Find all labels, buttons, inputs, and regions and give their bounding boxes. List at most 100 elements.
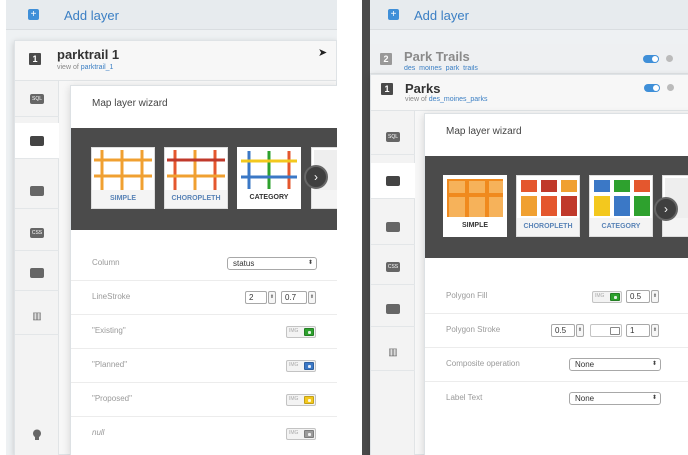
layer-table-link[interactable]: des_moines_parks [429, 96, 488, 103]
null-color-picker[interactable]: IMG [286, 428, 316, 440]
polygon-stroke-width-stepper[interactable]: ⬍ [576, 324, 584, 337]
proposed-color-picker[interactable]: IMG [286, 394, 316, 406]
linestroke-opacity-stepper[interactable]: ⬍ [308, 291, 316, 304]
sidebar-item-sql[interactable]: SQL [371, 119, 415, 155]
sidebar-item-infowindow[interactable] [371, 209, 415, 245]
proposed-color-swatch[interactable] [304, 396, 314, 404]
map-layer-wizard: Map layer wizard SIMPLE CHOROPLETH CATEG… [70, 85, 337, 455]
sidebar-item-legend[interactable] [15, 255, 59, 291]
sidebar-item-wizard[interactable] [15, 123, 59, 159]
layer-title[interactable]: parktrail 1 [57, 47, 119, 62]
row-column: Column status ⬍ [71, 247, 337, 281]
sidebar-item-legend[interactable] [371, 291, 415, 327]
img-tag: IMG [289, 396, 299, 402]
remove-layer-icon[interactable] [666, 55, 673, 62]
polygon-fill-color-picker[interactable]: IMG [592, 291, 622, 303]
row-null: null IMG [71, 417, 337, 451]
polygon-stroke-opacity-input[interactable]: 1 [626, 324, 650, 337]
lightbulb-icon[interactable] [32, 428, 42, 440]
legend-icon [386, 304, 400, 314]
layer-table-link[interactable]: parktrail_1 [81, 64, 114, 71]
layer-tools-sidebar: SQL CSS ▥ [15, 81, 59, 455]
sidebar-item-chart[interactable]: ▥ [15, 299, 59, 335]
sidebar-item-css[interactable]: CSS [371, 249, 415, 285]
polygon-fill-opacity-stepper[interactable]: ⬍ [651, 290, 659, 303]
infowindow-icon [30, 186, 44, 196]
linestroke-label: LineStroke [92, 292, 131, 301]
layer-title[interactable]: Parks [405, 81, 440, 96]
composite-operation-label: Composite operation [446, 359, 520, 368]
layer-visibility-toggle[interactable] [644, 84, 660, 92]
mouse-cursor-icon: ➤ [318, 47, 328, 59]
column-select[interactable]: status ⬍ [227, 257, 317, 270]
add-layer-label[interactable]: Add layer [64, 8, 119, 23]
sidebar-item-css[interactable]: CSS [15, 215, 59, 251]
polygon-stroke-color-picker[interactable] [590, 324, 622, 337]
sidebar-item-infowindow[interactable] [15, 173, 59, 209]
planned-color-picker[interactable]: IMG [286, 360, 316, 372]
layer-tools-sidebar: SQL CSS ▥ [371, 111, 415, 455]
thumb-choropleth[interactable]: CHOROPLETH [516, 175, 580, 237]
sidebar-item-chart[interactable]: ▥ [371, 335, 415, 371]
thumb-category[interactable]: CATEGORY [589, 175, 653, 237]
sql-icon: SQL [386, 132, 400, 142]
thumb-simple-label: SIMPLE [445, 217, 505, 235]
img-tag: IMG [289, 430, 299, 436]
layer-order-number: 1 [29, 53, 41, 65]
null-color-swatch[interactable] [304, 430, 314, 438]
polygon-fill-opacity-input[interactable]: 0.5 [626, 290, 650, 303]
thumb-category[interactable]: CATEGORY [237, 147, 301, 209]
linestroke-opacity-input[interactable]: 0.7 [281, 291, 307, 304]
wizard-icon [386, 176, 400, 186]
thumb-choropleth-label: CHOROPLETH [165, 190, 227, 208]
layer-header[interactable]: 1 parktrail 1 view of parktrail_1 [15, 41, 336, 81]
plus-icon[interactable]: + [28, 9, 39, 20]
sidebar-item-sql[interactable]: SQL [15, 81, 59, 117]
sql-icon: SQL [30, 94, 44, 104]
legend-icon [30, 268, 44, 278]
add-layer-label[interactable]: Add layer [414, 8, 469, 23]
label-text-select[interactable]: None ⬍ [569, 392, 661, 405]
thumb-simple-label: SIMPLE [92, 190, 154, 208]
thumb-simple[interactable]: SIMPLE [443, 175, 507, 237]
layer-subtitle: view of des_moines_parks [405, 96, 488, 103]
carousel-next-button[interactable]: › [654, 197, 678, 221]
linestroke-width-stepper[interactable]: ⬍ [268, 291, 276, 304]
map-background-strip [362, 0, 370, 455]
layer-visibility-toggle[interactable] [643, 55, 659, 63]
polygon-stroke-width-input[interactable]: 0.5 [551, 324, 575, 337]
layer-title[interactable]: Park Trails [404, 49, 470, 64]
sidebar-item-wizard[interactable] [371, 163, 415, 199]
existing-color-picker[interactable]: IMG [286, 326, 316, 338]
select-arrows-icon: ⬍ [651, 395, 657, 401]
category-null-label: null [92, 428, 105, 437]
thumb-choropleth[interactable]: CHOROPLETH [164, 147, 228, 209]
carousel-next-button[interactable]: › [304, 165, 328, 189]
column-label: Column [92, 258, 120, 267]
row-label-text: Label Text None ⬍ [425, 382, 688, 416]
plus-icon[interactable]: + [388, 9, 399, 20]
select-arrows-icon: ⬍ [307, 260, 313, 266]
add-layer-row[interactable]: + Add layer [370, 0, 688, 30]
layer-header-park-trails[interactable]: 2 Park Trails des_moines_park_trails [370, 44, 688, 74]
add-layer-row[interactable]: + Add layer [6, 0, 337, 30]
map-layer-wizard: Map layer wizard SIMPLE CHOROPLETH CATEG… [424, 113, 688, 455]
wizard-type-carousel: SIMPLE CHOROPLETH CATEGORY BU [71, 128, 337, 230]
css-icon: CSS [30, 228, 44, 238]
linestroke-width-input[interactable]: 2 [245, 291, 267, 304]
label-text-value: None [575, 394, 595, 403]
planned-color-swatch[interactable] [304, 362, 314, 370]
polygon-stroke-color-swatch[interactable] [610, 327, 620, 335]
composite-operation-select[interactable]: None ⬍ [569, 358, 661, 371]
existing-color-swatch[interactable] [304, 328, 314, 336]
thumb-simple[interactable]: SIMPLE [91, 147, 155, 209]
row-polygon-stroke: Polygon Stroke 0.5 ⬍ 1 ⬍ [425, 314, 688, 348]
layer-header-parks[interactable]: 1 Parks view of des_moines_parks [371, 75, 688, 111]
polygon-stroke-opacity-stepper[interactable]: ⬍ [651, 324, 659, 337]
polygon-fill-color-swatch[interactable] [610, 293, 620, 301]
remove-layer-icon[interactable] [667, 84, 674, 91]
img-tag: IMG [289, 362, 299, 368]
category-planned-label: "Planned" [92, 360, 128, 369]
simple-preview-image [94, 150, 152, 190]
layer-table-link[interactable]: des_moines_park_trails [404, 65, 478, 71]
